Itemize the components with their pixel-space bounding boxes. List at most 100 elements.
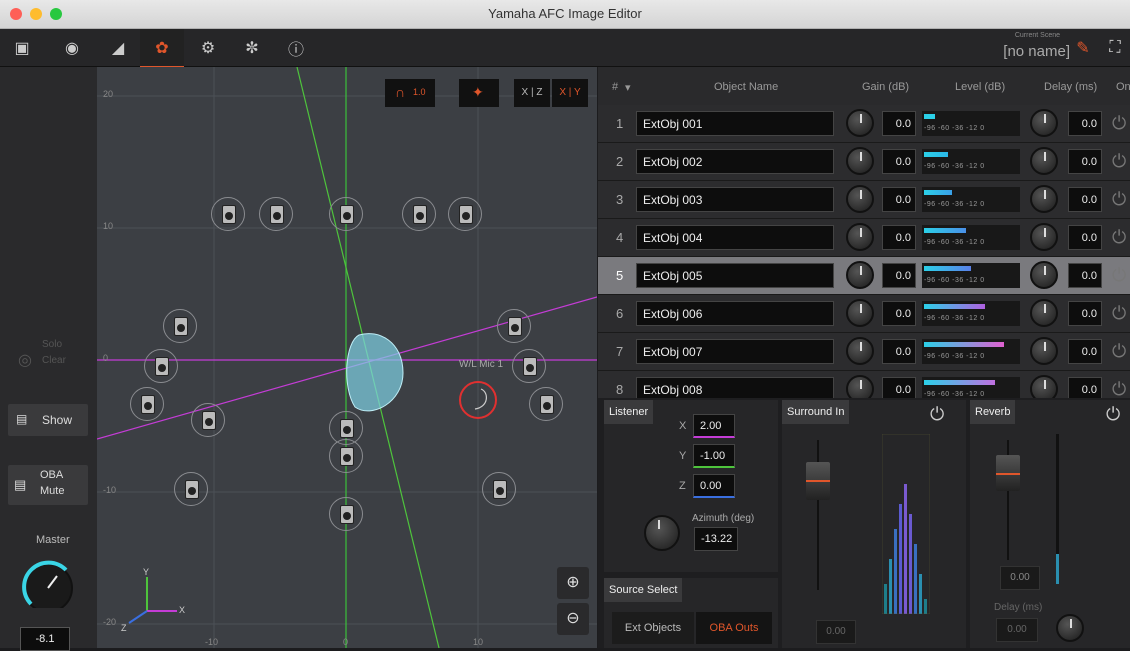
magnet-button[interactable]: ∩ 1.0 — [385, 79, 435, 107]
delay-knob[interactable] — [1030, 261, 1058, 289]
object-row[interactable]: 8 ExtObj 008 0.0 -96 -60 -36 -12 0 0.0 ⏻ — [598, 371, 1130, 398]
listener-z-field[interactable]: 0.00 — [693, 474, 735, 498]
object-name-field[interactable]: ExtObj 005 — [636, 263, 834, 288]
gain-knob[interactable] — [846, 375, 874, 398]
power-icon[interactable]: ⏻ — [1112, 341, 1126, 362]
gain-knob[interactable] — [846, 223, 874, 251]
speaker-icon[interactable] — [529, 387, 563, 421]
listener-y-field[interactable]: -1.00 — [693, 444, 735, 468]
gain-knob[interactable] — [846, 299, 874, 327]
power-icon[interactable]: ⏻ — [1112, 151, 1126, 172]
speaker-icon[interactable] — [329, 439, 363, 473]
delay-knob[interactable] — [1030, 223, 1058, 251]
object-row[interactable]: 3 ExtObj 003 0.0 -96 -60 -36 -12 0 0.0 ⏻ — [598, 181, 1130, 219]
azimuth-field[interactable]: -13.22 — [694, 527, 738, 551]
gain-value[interactable]: 0.0 — [882, 263, 916, 288]
help-icon[interactable]: ⓘ — [274, 29, 318, 66]
reverb-power-icon[interactable]: ⏻ — [1106, 404, 1120, 425]
ear-icon[interactable]: ✿ — [140, 29, 184, 68]
oba-outs-button[interactable]: OBA Outs — [696, 612, 772, 644]
surround-fader[interactable] — [806, 462, 830, 500]
delay-value[interactable]: 0.0 — [1068, 339, 1102, 364]
speaker-icon[interactable] — [329, 197, 363, 231]
power-icon[interactable]: ⏻ — [1112, 303, 1126, 324]
solo-label[interactable]: Solo — [42, 339, 62, 350]
zoom-out-icon[interactable]: ⊖ — [557, 603, 589, 635]
speaker-icon[interactable] — [130, 387, 164, 421]
speaker-icon[interactable] — [448, 197, 482, 231]
speaker-icon[interactable] — [144, 349, 178, 383]
gain-value[interactable]: 0.0 — [882, 187, 916, 212]
gain-knob[interactable] — [846, 337, 874, 365]
speaker-icon[interactable] — [259, 197, 293, 231]
gain-value[interactable]: 0.0 — [882, 111, 916, 136]
speaker-icon[interactable] — [211, 197, 245, 231]
pencil-icon[interactable]: ✎ — [1068, 29, 1098, 66]
surround-power-icon[interactable]: ⏻ — [930, 404, 944, 425]
object-row[interactable]: 6 ExtObj 006 0.0 -96 -60 -36 -12 0 0.0 ⏻ — [598, 295, 1130, 333]
reverb-delay-value[interactable]: 0.00 — [996, 618, 1038, 642]
delay-knob[interactable] — [1030, 185, 1058, 213]
power-icon[interactable]: ⏻ — [1112, 227, 1126, 248]
xz-view-button[interactable]: X | Z — [514, 79, 550, 107]
reverb-delay-knob[interactable] — [1056, 614, 1084, 642]
listener-x-field[interactable]: 2.00 — [693, 414, 735, 438]
gain-knob[interactable] — [846, 147, 874, 175]
speaker-icon[interactable] — [174, 472, 208, 506]
object-row[interactable]: 7 ExtObj 007 0.0 -96 -60 -36 -12 0 0.0 ⏻ — [598, 333, 1130, 371]
object-row[interactable]: 2 ExtObj 002 0.0 -96 -60 -36 -12 0 0.0 ⏻ — [598, 143, 1130, 181]
cube-icon[interactable]: ▣ — [0, 29, 44, 66]
object-name-field[interactable]: ExtObj 007 — [636, 339, 834, 364]
gears-icon[interactable]: ⚙ — [186, 29, 230, 66]
fullscreen-icon[interactable]: ⛶ — [1100, 29, 1130, 66]
gain-value[interactable]: 0.0 — [882, 339, 916, 364]
gain-value[interactable]: 0.0 — [882, 377, 916, 398]
clear-label[interactable]: Clear — [42, 355, 66, 366]
speaker-icon[interactable] — [497, 309, 531, 343]
object-name-field[interactable]: ExtObj 001 — [636, 111, 834, 136]
speaker-icon[interactable] — [402, 197, 436, 231]
delay-knob[interactable] — [1030, 375, 1058, 398]
ext-objects-button[interactable]: Ext Objects — [612, 612, 694, 644]
spatial-map[interactable]: 20 10 0 -10 -20 -10 0 10 Y X Z ∩ 1.0 ✦ X… — [97, 67, 597, 648]
header-num[interactable]: # — [612, 81, 618, 93]
azimuth-knob[interactable] — [644, 515, 680, 551]
delay-value[interactable]: 0.0 — [1068, 301, 1102, 326]
delay-knob[interactable] — [1030, 109, 1058, 137]
delay-knob[interactable] — [1030, 299, 1058, 327]
camera-icon[interactable]: ◉ — [50, 29, 94, 66]
power-icon[interactable]: ⏻ — [1112, 265, 1126, 286]
gain-knob[interactable] — [846, 261, 874, 289]
delay-value[interactable]: 0.0 — [1068, 263, 1102, 288]
gain-value[interactable]: 0.0 — [882, 301, 916, 326]
power-icon[interactable]: ⏻ — [1112, 189, 1126, 210]
film-reel-icon[interactable]: ✼ — [230, 29, 274, 66]
tag-button[interactable]: ✦ — [459, 79, 499, 107]
xy-view-button[interactable]: X | Y — [552, 79, 588, 107]
object-name-field[interactable]: ExtObj 004 — [636, 225, 834, 250]
delay-value[interactable]: 0.0 — [1068, 225, 1102, 250]
gain-value[interactable]: 0.0 — [882, 149, 916, 174]
delay-value[interactable]: 0.0 — [1068, 111, 1102, 136]
speaker-icon[interactable] — [191, 403, 225, 437]
gain-value[interactable]: 0.0 — [882, 225, 916, 250]
gain-knob[interactable] — [846, 109, 874, 137]
reverb-value[interactable]: 0.00 — [1000, 566, 1040, 590]
power-icon[interactable]: ⏻ — [1112, 379, 1126, 398]
speaker-icon[interactable] — [512, 349, 546, 383]
surround-value[interactable]: 0.00 — [816, 620, 856, 644]
delay-value[interactable]: 0.0 — [1068, 377, 1102, 398]
object-name-field[interactable]: ExtObj 003 — [636, 187, 834, 212]
object-row[interactable]: 4 ExtObj 004 0.0 -96 -60 -36 -12 0 0.0 ⏻ — [598, 219, 1130, 257]
master-value[interactable]: -8.1 — [20, 627, 70, 651]
delay-value[interactable]: 0.0 — [1068, 187, 1102, 212]
oba-mute-button[interactable]: ▤ OBA Mute — [8, 465, 88, 505]
show-button[interactable]: ▤ Show — [8, 404, 88, 436]
power-icon[interactable]: ⏻ — [1112, 113, 1126, 134]
delay-knob[interactable] — [1030, 147, 1058, 175]
speaker-icon[interactable] — [163, 309, 197, 343]
object-name-field[interactable]: ExtObj 002 — [636, 149, 834, 174]
reverb-fader[interactable] — [996, 455, 1020, 491]
ramp-icon[interactable]: ◢ — [96, 29, 140, 66]
delay-knob[interactable] — [1030, 337, 1058, 365]
